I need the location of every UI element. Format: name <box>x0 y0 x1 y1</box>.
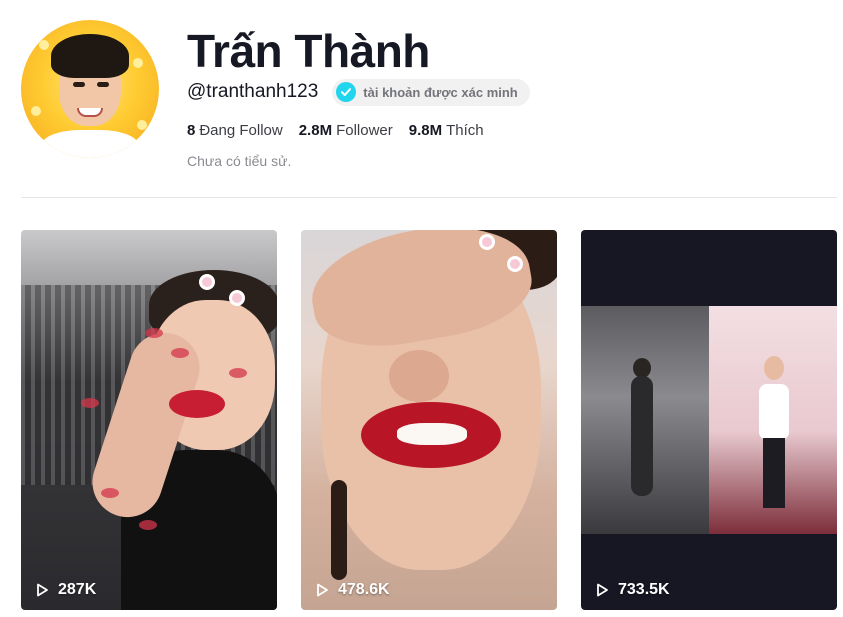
thumbnail-panel <box>709 306 837 534</box>
profile-header: Trấn Thành @tranthanh123 tài khoản được … <box>21 20 837 196</box>
view-count: 287K <box>34 581 96 599</box>
sticker-decoration <box>171 348 189 358</box>
thumbnail-figure <box>764 356 784 380</box>
avatar-eye <box>73 82 85 87</box>
likes-count: 9.8M <box>408 122 443 139</box>
view-count-text: 478.6K <box>338 581 390 598</box>
thumbnail-figure <box>763 438 785 508</box>
verified-label: tài khoản được xác minh <box>363 84 518 100</box>
followers-label: Follower <box>336 122 393 139</box>
thumbnail-figure <box>759 384 789 440</box>
verified-badge: tài khoản được xác minh <box>332 78 530 106</box>
followers-stat[interactable]: 2.8M Follower <box>299 121 393 141</box>
sparkle-decoration <box>31 106 41 116</box>
check-icon <box>336 82 357 102</box>
profile-stats: 8 Đang Follow 2.8M Follower 9.8M Thích <box>187 121 500 141</box>
avatar-shirt <box>41 130 139 158</box>
thumbnail-figure <box>397 423 467 445</box>
thumbnail-panel <box>581 306 709 534</box>
view-count-text: 733.5K <box>618 581 670 598</box>
video-grid: 287K 478.6K 733.5K <box>21 230 837 610</box>
avatar[interactable] <box>21 20 159 158</box>
sparkle-decoration <box>137 120 147 130</box>
profile-bio: Chưa có tiểu sử. <box>187 153 292 169</box>
likes-stat: 9.8M Thích <box>409 121 484 141</box>
sticker-decoration <box>139 520 157 530</box>
profile-handle: @tranthanh123 <box>187 81 319 102</box>
avatar-eye <box>97 82 109 87</box>
following-stat[interactable]: 8 Đang Follow <box>187 121 283 141</box>
play-icon <box>37 583 48 597</box>
video-card[interactable]: 733.5K <box>581 230 837 610</box>
sticker-decoration <box>507 256 523 272</box>
following-label: Đang Follow <box>199 122 283 139</box>
profile-name: Trấn Thành <box>187 25 430 77</box>
sticker-decoration <box>229 368 247 378</box>
play-icon <box>317 583 328 597</box>
thumbnail-figure <box>633 358 651 378</box>
sticker-decoration <box>81 398 99 408</box>
handle-row: @tranthanh123 tài khoản được xác minh <box>187 78 530 106</box>
view-count: 478.6K <box>314 581 390 599</box>
thumbnail-photo <box>581 306 837 534</box>
view-count-text: 287K <box>58 581 97 598</box>
video-card[interactable]: 287K <box>21 230 277 610</box>
sticker-decoration <box>145 328 163 338</box>
thumbnail-figure <box>169 390 225 418</box>
play-icon <box>597 583 608 597</box>
sticker-decoration <box>101 488 119 498</box>
sticker-decoration <box>479 234 495 250</box>
sticker-decoration <box>229 290 245 306</box>
avatar-hair <box>51 34 129 78</box>
sparkle-decoration <box>39 40 49 50</box>
sparkle-decoration <box>133 58 143 68</box>
video-card[interactable]: 478.6K <box>301 230 557 610</box>
followers-count: 2.8M <box>298 122 333 139</box>
header-divider <box>21 197 837 198</box>
likes-label: Thích <box>446 122 484 139</box>
thumbnail-figure <box>389 350 449 402</box>
view-count: 733.5K <box>594 581 670 599</box>
sticker-decoration <box>199 274 215 290</box>
thumbnail-figure <box>631 376 653 496</box>
thumbnail-figure <box>331 480 347 580</box>
following-count: 8 <box>187 122 196 139</box>
